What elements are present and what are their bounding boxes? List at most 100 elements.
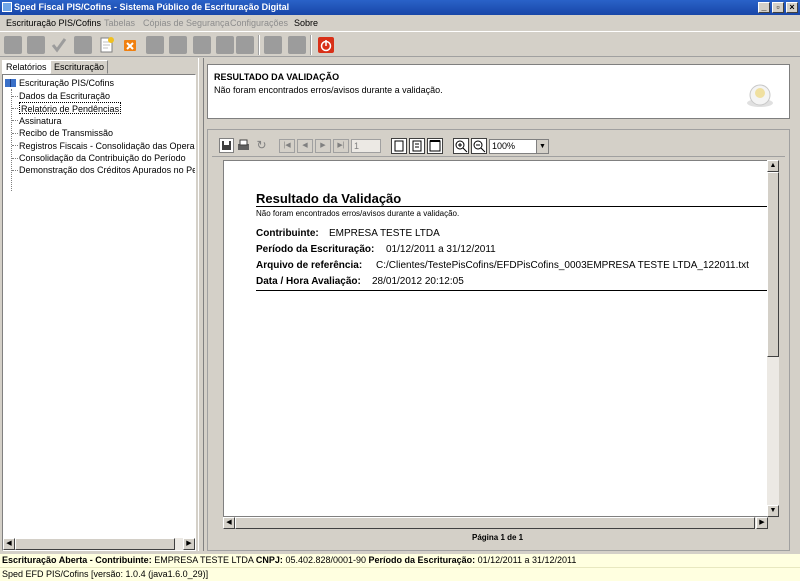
left-panel: Relatórios Escrituração Escrituração PIS… [0, 58, 198, 551]
new-document-icon[interactable] [4, 36, 22, 54]
scroll-up-icon[interactable]: ▲ [767, 160, 779, 172]
menu-sobre[interactable]: Sobre [294, 15, 318, 31]
scroll-left-icon[interactable]: ◀ [3, 538, 15, 550]
scroll-right-icon[interactable]: ▶ [183, 538, 195, 550]
tree-item-demonstracao-creditos[interactable]: Demonstração dos Créditos Apurados no Pe… [19, 164, 195, 176]
power-exit-icon[interactable] [317, 36, 335, 54]
validate-check-icon[interactable] [50, 36, 68, 54]
scroll-right-icon[interactable]: ▶ [756, 517, 768, 529]
tree-guide-line [11, 89, 12, 191]
tree-item-assinatura[interactable]: Assinatura [19, 115, 62, 127]
first-page-icon[interactable]: |◀ [279, 139, 295, 153]
tree-item-registros-fiscais[interactable]: Registros Fiscais - Consolidação das Ope… [19, 140, 195, 152]
status-periodo: 01/12/2011 a 31/12/2011 [477, 555, 577, 565]
menu-copias-seguranca[interactable]: Cópias de Segurança [143, 15, 230, 31]
periodo-label: Período da Escrituração: [256, 244, 375, 255]
fit-page-icon[interactable] [409, 138, 425, 154]
scroll-down-icon[interactable]: ▼ [767, 505, 779, 517]
tree-horizontal-scrollbar[interactable]: ◀ ▶ [3, 538, 195, 550]
tree-item-recibo-transmissao[interactable]: Recibo de Transmissão [19, 127, 113, 139]
app-icon [2, 2, 12, 12]
tree-item-consolidacao-contribuicao[interactable]: Consolidação da Contribuição do Período [19, 152, 186, 164]
save-as-icon[interactable] [288, 36, 306, 54]
next-page-icon[interactable]: ▶ [315, 139, 331, 153]
print-check-icon[interactable] [216, 36, 234, 54]
data-hora-label: Data / Hora Avaliação: [256, 276, 361, 287]
certificate-icon[interactable] [169, 36, 187, 54]
minimize-button[interactable]: _ [758, 2, 770, 13]
status-bar-version: Sped EFD PIS/Cofins [versão: 1.0.4 (java… [0, 567, 800, 581]
chevron-down-icon[interactable]: ▼ [536, 140, 548, 153]
book-icon [5, 78, 16, 88]
tree-root[interactable]: Escrituração PIS/Cofins [19, 77, 114, 89]
menu-escrituracao[interactable]: Escrituração PIS/Cofins [6, 15, 101, 31]
arquivo-label: Arquivo de referência: [256, 260, 363, 271]
status-contribuinte: EMPRESA TESTE LTDA [154, 555, 254, 565]
last-page-icon[interactable]: ▶| [333, 139, 349, 153]
report-title-rule [256, 206, 767, 207]
viewer-toolbar: ↻ |◀ ◀ ▶ ▶| 1 100% ▼ [219, 138, 559, 155]
save-report-icon[interactable] [219, 138, 234, 153]
arquivo-value: C:/Clientes/TestePisCofins/EFDPisCofins_… [376, 260, 749, 271]
zoom-out-icon[interactable] [471, 138, 487, 154]
data-hora-value: 28/01/2012 20:12:05 [372, 276, 464, 287]
maximize-button[interactable]: ▫ [772, 2, 784, 13]
validation-status-icon [745, 81, 775, 111]
refresh-icon[interactable]: ↻ [254, 138, 269, 153]
tree-item-relatorio-pendencias[interactable]: Relatório de Pendências [19, 102, 122, 114]
validation-message: Não foram encontrados erros/avisos duran… [214, 85, 443, 95]
report-title: Resultado da Validação [256, 191, 402, 206]
zoom-value: 100% [492, 141, 516, 151]
toolbar [0, 31, 800, 57]
viewer-divider [212, 156, 785, 157]
new-report-icon[interactable] [98, 36, 116, 54]
scroll-thumb[interactable] [767, 172, 779, 357]
title-bar: Sped Fiscal PIS/Cofins - Sistema Público… [0, 0, 800, 15]
status-periodo-label: Período da Escrituração: [368, 555, 476, 565]
status-bar-escrituracao: Escrituração Aberta - Contribuinte: EMPR… [0, 554, 800, 567]
print-icon[interactable] [236, 138, 251, 153]
periodo-value: 01/12/2011 a 31/12/2011 [386, 244, 496, 255]
edit-icon[interactable] [74, 36, 92, 54]
page-status: Página 1 de 1 [472, 533, 524, 542]
fit-width-icon[interactable] [427, 138, 443, 154]
status-open-label: Escrituração Aberta - Contribuinte: [2, 555, 152, 565]
page-number-input[interactable]: 1 [351, 139, 381, 153]
tab-escrituracao[interactable]: Escrituração [50, 60, 109, 74]
validation-title: RESULTADO DA VALIDAÇÃO [214, 72, 340, 82]
tree-item-dados-escrituracao[interactable]: Dados da Escrituração [19, 90, 110, 102]
contribuinte-value: EMPRESA TESTE LTDA [329, 228, 440, 239]
delete-icon[interactable] [121, 36, 139, 54]
report-footer-rule [256, 290, 767, 291]
report-subtitle: Não foram encontrados erros/avisos duran… [256, 209, 460, 218]
report-horizontal-scrollbar[interactable]: ◀ ▶ [223, 517, 768, 529]
status-cnpj: 05.402.828/0001-90 [285, 555, 367, 565]
window-title: Sped Fiscal PIS/Cofins - Sistema Público… [14, 2, 290, 12]
close-button[interactable]: × [786, 2, 798, 13]
scroll-thumb[interactable] [235, 517, 755, 529]
scroll-left-icon[interactable]: ◀ [223, 517, 235, 529]
status-cnpj-label: CNPJ: [255, 555, 283, 565]
validation-panel: RESULTADO DA VALIDAÇÃO Não foram encontr… [207, 64, 790, 119]
contribuinte-label: Contribuinte: [256, 228, 319, 239]
toolbar-separator [310, 35, 312, 55]
toolbar-separator [258, 35, 260, 55]
zoom-select[interactable]: 100% ▼ [489, 139, 549, 154]
report-page: Resultado da Validação Não foram encontr… [223, 160, 768, 517]
menu-tabelas[interactable]: Tabelas [104, 15, 135, 31]
prev-page-icon[interactable]: ◀ [297, 139, 313, 153]
zoom-in-icon[interactable] [453, 138, 469, 154]
panel-splitter[interactable] [198, 58, 204, 551]
open-folder-icon[interactable] [27, 36, 45, 54]
scroll-thumb[interactable] [15, 538, 175, 550]
transmit-icon[interactable] [193, 36, 211, 54]
tab-relatorios[interactable]: Relatórios [2, 60, 51, 74]
actual-size-icon[interactable] [391, 138, 407, 154]
report-vertical-scrollbar[interactable]: ▲ ▼ [767, 160, 779, 517]
report-tree: Escrituração PIS/Cofins Dados da Escritu… [2, 74, 196, 551]
save-icon[interactable] [264, 36, 282, 54]
sign-icon[interactable] [146, 36, 164, 54]
menu-bar: Escrituração PIS/Cofins Tabelas Cópias d… [0, 15, 800, 31]
export-icon[interactable] [236, 36, 254, 54]
menu-configuracoes[interactable]: Configurações [230, 15, 288, 31]
